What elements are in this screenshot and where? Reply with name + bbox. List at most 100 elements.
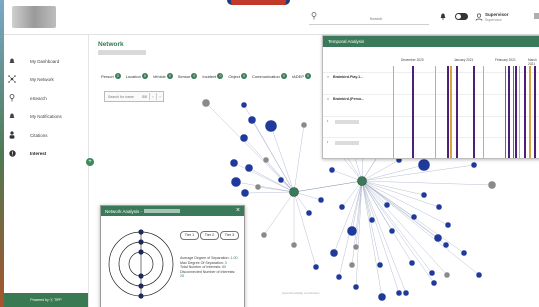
tier-2-button[interactable]: Tier 2 [200, 231, 219, 240]
graph-hub-node[interactable] [357, 176, 367, 186]
graph-node[interactable] [368, 216, 376, 224]
graph-node[interactable] [410, 213, 418, 221]
graph-node[interactable] [329, 248, 339, 258]
timeline-event[interactable] [524, 66, 526, 158]
search-input[interactable] [319, 11, 433, 25]
graph-node[interactable] [262, 156, 270, 164]
graph-node[interactable] [383, 201, 391, 209]
timeline-event[interactable] [505, 66, 506, 158]
graph-node[interactable] [470, 161, 478, 169]
filter-communication[interactable]: Communication 0 [252, 73, 287, 79]
filter-sensor[interactable]: Sensor 0 [178, 73, 198, 79]
sidebar-item-my-notifications[interactable]: My Notifications [8, 110, 86, 122]
graph-node[interactable] [442, 241, 450, 249]
graph-node[interactable] [230, 176, 242, 188]
filter-vehicle[interactable]: Vehicle 0 [153, 73, 173, 79]
timeline-event[interactable] [473, 66, 475, 158]
graph-node[interactable] [290, 241, 298, 249]
timeline-event[interactable] [412, 66, 414, 158]
timeline-event[interactable] [529, 66, 531, 158]
tier-3-button[interactable]: Tier 3 [220, 231, 239, 240]
graph-node[interactable] [300, 121, 308, 129]
sidebar-collapse-button[interactable]: + [86, 158, 94, 166]
graph-node[interactable] [408, 259, 416, 267]
graph-node[interactable] [240, 101, 248, 109]
timeline-event[interactable] [515, 66, 517, 158]
graph-node[interactable] [305, 209, 313, 217]
filter-radep[interactable]: rADEP 0 [292, 73, 312, 79]
close-icon[interactable]: × [327, 97, 329, 101]
graph-node[interactable] [376, 261, 384, 269]
close-icon[interactable]: × [327, 75, 329, 79]
graph-node[interactable] [487, 180, 497, 190]
graph-node[interactable] [352, 243, 360, 251]
graph-node[interactable] [277, 176, 285, 184]
timeline-row[interactable]: × Brainbird.Play.1... [323, 72, 539, 83]
graph-node[interactable] [346, 225, 358, 237]
close-icon[interactable]: × [236, 207, 240, 214]
filter-location[interactable]: Location 0 [126, 73, 148, 79]
timeline-event[interactable] [450, 66, 452, 158]
graph-node[interactable] [420, 191, 428, 199]
bell-icon[interactable] [440, 13, 446, 20]
sidebar-item-my-network[interactable]: My Network [8, 73, 86, 85]
timeline-event[interactable] [508, 66, 510, 158]
filter-person[interactable]: Person 0 [101, 73, 121, 79]
graph-node[interactable] [338, 203, 346, 211]
tier-1-button[interactable]: Tier 1 [180, 231, 199, 240]
menu-icon[interactable] [534, 13, 539, 19]
timeline-event[interactable] [534, 66, 536, 158]
filter-object[interactable]: Object 0 [228, 73, 247, 79]
graph-node[interactable] [328, 166, 336, 174]
graph-node[interactable] [352, 283, 360, 291]
sidebar-item-esearch[interactable]: eSearch [8, 92, 86, 104]
graph-node[interactable] [335, 273, 343, 281]
graph-node[interactable] [388, 227, 396, 235]
sidebar-item-interest[interactable]: Interest [8, 147, 86, 159]
timeline-row[interactable]: × Brainbird.(Perso... [323, 94, 539, 105]
graph-node[interactable] [348, 261, 356, 269]
graph-node[interactable] [433, 233, 443, 243]
timeline-row[interactable]: • [323, 137, 539, 148]
graph-node[interactable] [229, 158, 239, 168]
graph-node[interactable] [240, 188, 250, 198]
graph-node[interactable] [239, 133, 249, 143]
graph-node[interactable] [264, 119, 278, 133]
graph-node[interactable] [444, 221, 452, 229]
graph-node[interactable] [317, 196, 325, 204]
graph-node[interactable] [377, 292, 387, 302]
graph-node[interactable] [428, 269, 436, 277]
graph-node[interactable] [247, 115, 257, 125]
graph-node[interactable] [460, 249, 468, 257]
graph-node[interactable] [312, 263, 320, 271]
graph-node[interactable] [260, 231, 268, 239]
graph-node[interactable] [443, 271, 451, 279]
graph-search-box[interactable]: Search for name 0/0 ‹ › [104, 91, 164, 102]
graph-node[interactable] [430, 279, 438, 287]
filter-incident[interactable]: Incident 0 [202, 73, 224, 79]
sidebar-item-my-dashboard[interactable]: My Dashboard [8, 55, 86, 67]
graph-node[interactable] [395, 289, 403, 297]
user-name[interactable]: Supervisor [485, 12, 509, 17]
user-icon[interactable] [475, 13, 483, 21]
graph-search-placeholder[interactable]: Search for name [108, 95, 142, 99]
graph-node[interactable] [254, 183, 262, 191]
filter-label: Communication [251, 73, 280, 79]
graph-node[interactable] [244, 163, 254, 173]
graph-hub-node[interactable] [289, 187, 299, 197]
graph-node[interactable] [417, 158, 431, 172]
theme-toggle[interactable] [455, 13, 468, 20]
timeline-event[interactable] [447, 66, 449, 158]
graph-node[interactable] [475, 271, 483, 279]
graph-node[interactable] [435, 203, 443, 211]
chevron-left-icon[interactable]: ‹ [149, 93, 156, 100]
timeline-row[interactable]: • [323, 116, 539, 127]
timeline-event[interactable] [456, 66, 458, 158]
chevron-right-icon[interactable]: › [156, 93, 163, 100]
graph-node[interactable] [402, 289, 410, 297]
network-analysis-panel: Network Analysis - × Tier 1 Tier 2 Tier … [100, 205, 245, 307]
graph-node[interactable] [201, 98, 211, 108]
timeline-event[interactable] [513, 66, 514, 158]
sidebar-item-citations[interactable]: Citations [8, 129, 86, 141]
global-search[interactable] [309, 10, 433, 25]
